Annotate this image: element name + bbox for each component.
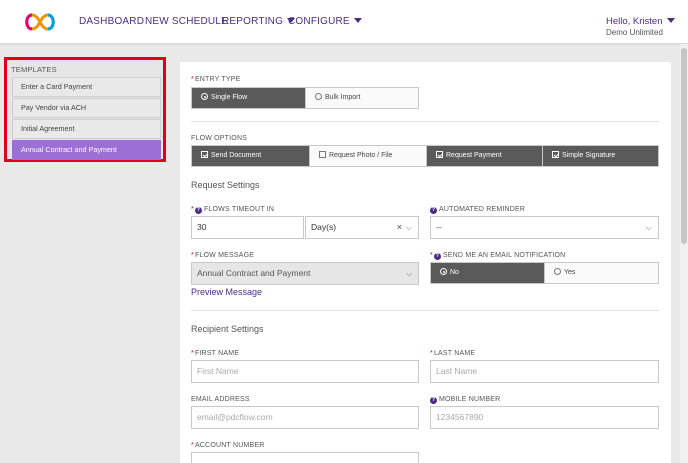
nav-reporting-label: REPORTING [222, 16, 284, 27]
help-icon: ? [433, 253, 441, 260]
email-notify-yes[interactable]: Yes [544, 263, 658, 283]
reminder-value: -- [436, 222, 442, 232]
last-name-input[interactable]: Last Name [430, 360, 659, 383]
checkbox-checked-icon [436, 151, 443, 158]
mobile-label: ? MOBILE NUMBER [430, 396, 501, 404]
mobile-input[interactable]: 1234567890 [430, 406, 659, 429]
flow-options-toggle: Send Document Request Photo / File Reque… [191, 145, 659, 167]
entry-type-toggle: Single Flow Bulk Import [191, 87, 419, 109]
timeout-value-input[interactable]: 30 [191, 216, 304, 239]
timeout-unit-value: Day(s) [311, 222, 337, 232]
template-item-active[interactable]: Annual Contract and Payment [12, 140, 161, 160]
divider [191, 310, 659, 311]
email-notify-no[interactable]: No [431, 263, 544, 283]
flow-message-select[interactable]: Annual Contract and Payment ⌵ [191, 262, 419, 285]
user-menu[interactable]: Hello, Kristen [606, 16, 675, 27]
flow-option-request-photo[interactable]: Request Photo / File [309, 146, 426, 166]
flow-option-send-document[interactable]: Send Document [192, 146, 309, 166]
email-notify-label: *? SEND ME AN EMAIL NOTIFICATION [430, 252, 566, 260]
account-number-label: *ACCOUNT NUMBER [191, 442, 265, 449]
radio-selected-icon [201, 93, 208, 100]
help-icon: ? [430, 207, 437, 214]
recipient-settings-title: Recipient Settings [191, 324, 264, 334]
first-name-input[interactable]: First Name [191, 360, 419, 383]
template-item[interactable]: Pay Vendor via ACH [12, 98, 161, 118]
flow-option-request-payment[interactable]: Request Payment [426, 146, 542, 166]
flow-message-value: Annual Contract and Payment [197, 268, 311, 278]
email-notify-toggle: No Yes [430, 262, 659, 284]
first-name-label: *FIRST NAME [191, 350, 240, 357]
radio-selected-icon [440, 268, 447, 275]
nav-reporting[interactable]: REPORTING [222, 16, 296, 27]
help-icon: ? [430, 397, 437, 404]
chevron-down-icon: ⌵ [405, 223, 412, 232]
logo-icon[interactable] [22, 12, 58, 32]
radio-icon [315, 93, 322, 100]
nav-configure-label: CONFIGURE [288, 16, 350, 27]
divider [191, 121, 659, 122]
email-input[interactable]: email@pdcflow.com [191, 406, 419, 429]
template-item[interactable]: Initial Agreement [12, 119, 161, 139]
chevron-down-icon: ⌵ [405, 269, 412, 278]
chevron-down-icon [353, 18, 362, 23]
flow-message-label: *FLOW MESSAGE [191, 252, 255, 259]
email-label: EMAIL ADDRESS [191, 396, 250, 403]
nav-configure[interactable]: CONFIGURE [288, 16, 362, 27]
nav-dashboard[interactable]: DASHBOARD [79, 16, 144, 27]
scrollbar-thumb[interactable] [681, 48, 687, 244]
chevron-down-icon: ⌵ [645, 223, 652, 232]
checkbox-checked-icon [201, 151, 208, 158]
timeout-label: *? FLOWS TIMEOUT IN [191, 206, 275, 214]
user-greeting: Hello, Kristen [606, 16, 663, 27]
last-name-label: *LAST NAME [430, 350, 476, 357]
flow-options-label: FLOW OPTIONS [191, 135, 248, 142]
request-settings-title: Request Settings [191, 180, 260, 190]
templates-heading: TEMPLATES [11, 65, 57, 74]
top-header: DASHBOARD NEW SCHEDULE REPORTING CONFIGU… [0, 0, 688, 44]
entry-type-label: *ENTRY TYPE [191, 76, 241, 83]
radio-icon [554, 268, 561, 275]
user-org: Demo Unlimited [606, 28, 663, 37]
checkbox-icon [319, 151, 326, 158]
help-icon: ? [194, 207, 202, 214]
preview-message-link[interactable]: Preview Message [191, 287, 262, 297]
timeout-unit-select[interactable]: Day(s) × ⌵ [305, 216, 419, 239]
template-item[interactable]: Enter a Card Payment [12, 77, 161, 97]
templates-panel: TEMPLATES Enter a Card Payment Pay Vendo… [4, 57, 166, 162]
chevron-down-icon [666, 18, 675, 23]
checkbox-checked-icon [552, 151, 559, 158]
entry-type-bulk-import[interactable]: Bulk Import [305, 88, 418, 108]
nav-new-schedule[interactable]: NEW SCHEDULE [145, 16, 228, 27]
main-form: *ENTRY TYPE Single Flow Bulk Import FLOW… [180, 62, 671, 463]
account-number-input[interactable] [191, 452, 419, 463]
entry-type-single-flow[interactable]: Single Flow [192, 88, 305, 108]
reminder-label: ? AUTOMATED REMINDER [430, 206, 526, 214]
flow-option-simple-signature[interactable]: Simple Signature [542, 146, 658, 166]
scrollbar[interactable] [680, 44, 688, 463]
reminder-select[interactable]: -- ⌵ [430, 216, 659, 239]
clear-icon[interactable]: × [397, 217, 402, 238]
